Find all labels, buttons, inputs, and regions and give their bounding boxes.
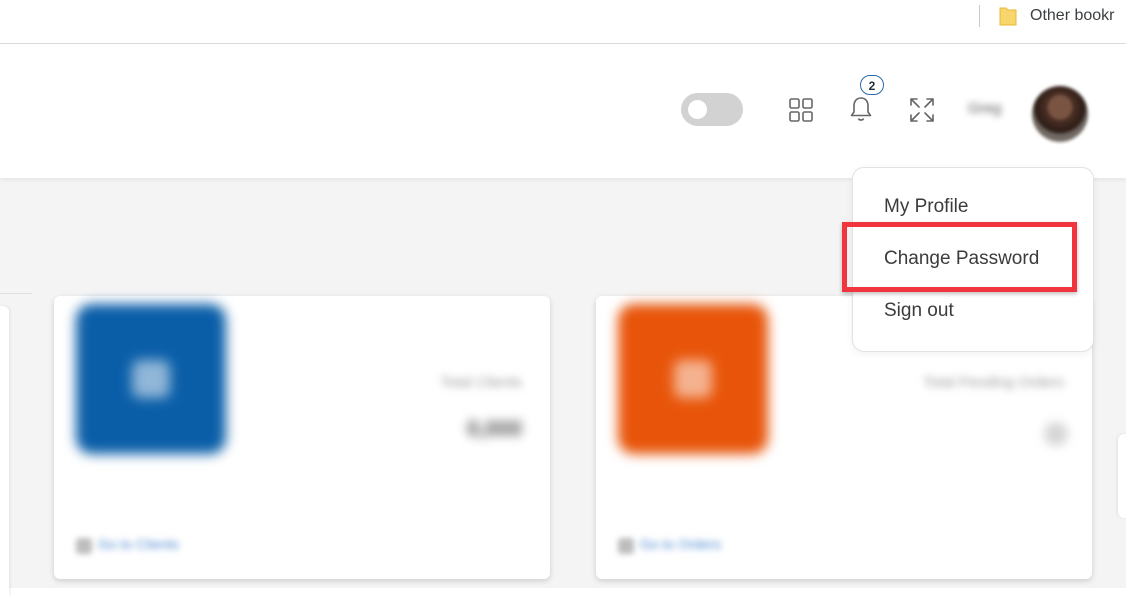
card-tile (618, 304, 768, 454)
partial-card-left (0, 306, 9, 596)
bell-icon[interactable] (848, 94, 874, 124)
app-header: 2 Greg (0, 44, 1126, 178)
menu-item-my-profile[interactable]: My Profile (884, 195, 968, 219)
content-divider (0, 293, 32, 294)
stat-card-clients[interactable]: Total Clients 0,000 Go to Clients (54, 296, 550, 579)
apps-grid-icon[interactable] (787, 96, 815, 124)
tile-icon (674, 360, 712, 398)
username-label[interactable]: Greg (968, 100, 1001, 117)
menu-item-sign-out[interactable]: Sign out (884, 299, 954, 323)
bookmarks-separator (979, 5, 980, 27)
fullscreen-icon[interactable] (908, 96, 936, 124)
tile-icon (132, 360, 170, 398)
card-link[interactable]: Go to Clients (98, 536, 179, 552)
card-value: 0,000 (466, 416, 522, 441)
notification-count-badge: 2 (860, 75, 884, 95)
change-password-highlight (842, 222, 1077, 292)
user-avatar[interactable] (1032, 86, 1088, 142)
toggle-knob (688, 100, 707, 119)
other-bookmarks[interactable]: Other bookr (998, 4, 1114, 28)
theme-toggle[interactable] (681, 93, 743, 126)
card-caption: Total Clients (440, 374, 522, 391)
card-link[interactable]: Go to Orders (640, 536, 721, 552)
bookmarks-bar: Other bookr (0, 0, 1126, 44)
card-tile (76, 304, 226, 454)
partial-card-right (1118, 434, 1126, 518)
folder-icon (999, 7, 1017, 26)
link-icon (618, 538, 634, 554)
card-value: 0 (1044, 422, 1068, 446)
other-bookmarks-label: Other bookr (1030, 7, 1115, 24)
link-icon (76, 538, 92, 554)
card-caption: Total Pending Orders (923, 374, 1064, 391)
